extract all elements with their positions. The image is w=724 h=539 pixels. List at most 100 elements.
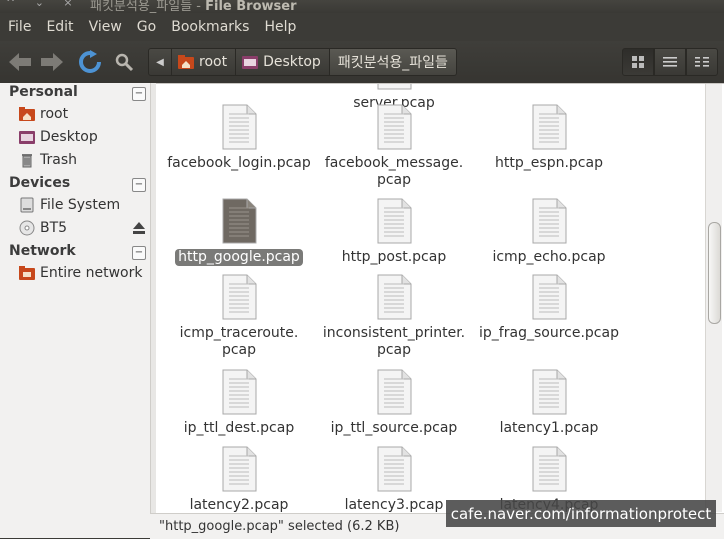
icon-view-button[interactable] [622, 48, 654, 76]
home-folder-icon [178, 55, 194, 69]
file-name-line: pcap [376, 342, 412, 358]
file-name: latency1.pcap [497, 420, 602, 437]
list-view-button[interactable] [654, 48, 686, 76]
sidebar-header-personal: Personal [9, 84, 78, 100]
file-item[interactable]: latency2.pcap [164, 446, 314, 514]
file-icon-view: server.pcap facebook_login.pcap facebook_m… [156, 83, 724, 514]
menubar: File Edit View Go Bookmarks Help [0, 13, 724, 41]
eject-bt5-button[interactable] [132, 221, 146, 238]
menu-edit[interactable]: Edit [38, 19, 80, 35]
file-item[interactable]: latency1.pcap [474, 369, 624, 437]
search-button[interactable] [110, 48, 138, 76]
file-name-line: ip_ttl_dest.pcap [183, 420, 295, 436]
file-item[interactable]: http_post.pcap [319, 198, 469, 266]
network-folder-icon [19, 266, 35, 280]
document-icon [531, 274, 567, 320]
document-icon [376, 198, 412, 244]
file-name: inconsistent_printer. pcap [320, 325, 468, 359]
collapse-devices-button[interactable]: − [132, 178, 146, 192]
document-icon [376, 446, 412, 492]
file-name: icmp_echo.pcap [489, 249, 608, 266]
breadcrumb-desktop[interactable]: Desktop [236, 48, 330, 76]
file-name-line: latency2.pcap [189, 497, 289, 513]
file-item[interactable]: http_google.pcap [164, 198, 314, 266]
file-item[interactable]: http_espn.pcap [474, 104, 624, 172]
file-name-line: pcap [221, 342, 257, 358]
file-item[interactable]: ip_ttl_source.pcap [319, 369, 469, 437]
sidebar-item-file-system[interactable]: File System [19, 197, 120, 213]
menu-view[interactable]: View [81, 19, 129, 35]
sidebar-item-entire-network[interactable]: Entire network [19, 265, 142, 281]
file-name: ip_ttl_dest.pcap [181, 420, 297, 437]
search-icon [115, 53, 134, 72]
file-name-line: http_post.pcap [341, 249, 447, 265]
arrow-right-icon [41, 53, 63, 71]
grid-view-icon [632, 56, 644, 68]
menu-help[interactable]: Help [256, 19, 303, 35]
collapse-personal-button[interactable]: − [132, 87, 146, 101]
document-icon [221, 198, 257, 244]
file-item[interactable]: inconsistent_printer. pcap [319, 274, 469, 359]
reload-button[interactable] [76, 48, 104, 76]
file-name: http_google.pcap [175, 249, 303, 266]
file-name-line: ip_frag_source.pcap [479, 325, 619, 341]
file-name: latency2.pcap [187, 497, 292, 514]
sidebar-item-root[interactable]: root [19, 106, 68, 122]
menu-bookmarks[interactable]: Bookmarks [163, 19, 256, 35]
file-name: facebook_message. pcap [322, 155, 466, 189]
places-sidebar: Personal − root Desktop Trash Devices − … [0, 83, 150, 538]
file-name: ip_ttl_source.pcap [328, 420, 461, 437]
home-folder-icon [19, 107, 35, 121]
breadcrumb-back-arrow[interactable]: ◀ [148, 48, 172, 76]
sidebar-item-desktop[interactable]: Desktop [19, 129, 98, 145]
breadcrumb-current-folder[interactable]: 패킷분석용_파일들 [329, 48, 457, 76]
collapse-network-button[interactable]: − [132, 246, 146, 260]
reload-icon [79, 50, 101, 73]
scrollbar-thumb[interactable] [708, 222, 721, 324]
file-name: facebook_login.pcap [164, 155, 314, 172]
document-icon [221, 104, 257, 150]
file-item[interactable]: facebook_message. pcap [319, 104, 469, 189]
document-icon [531, 369, 567, 415]
document-icon [376, 104, 412, 150]
sidebar-item-bt5[interactable]: BT5 [19, 220, 67, 236]
desktop-folder-icon [19, 131, 35, 144]
window-titlebar: ^ ⌄ × 패킷분석용_파일들 - File Browser [0, 0, 724, 13]
hard-disk-icon [20, 197, 34, 213]
window-controls[interactable]: ^ ⌄ × [6, 0, 81, 9]
file-name-line: http_espn.pcap [495, 155, 603, 171]
window-title: 패킷분석용_파일들 - File Browser [90, 0, 297, 13]
document-icon [376, 369, 412, 415]
file-item[interactable]: ip_ttl_dest.pcap [164, 369, 314, 437]
file-name: http_post.pcap [339, 249, 449, 266]
menu-go[interactable]: Go [129, 19, 163, 35]
back-button[interactable] [6, 48, 34, 76]
document-icon [221, 446, 257, 492]
compact-view-button[interactable] [686, 48, 718, 76]
sidebar-item-trash[interactable]: Trash [19, 152, 77, 168]
file-name-line: http_google.pcap [178, 249, 300, 265]
toolbar: ◀ root Desktop 패킷분석용_파일들 [0, 41, 724, 83]
file-name: ip_frag_source.pcap [476, 325, 622, 342]
optical-disc-icon [19, 220, 35, 236]
file-name: icmp_traceroute. pcap [177, 325, 302, 359]
list-view-icon [663, 57, 677, 67]
arrow-left-icon [9, 53, 31, 71]
file-item[interactable]: ip_frag_source.pcap [474, 274, 624, 342]
file-name-line: ip_ttl_source.pcap [330, 420, 458, 436]
file-item[interactable]: icmp_echo.pcap [474, 198, 624, 266]
breadcrumb-root[interactable]: root [172, 48, 237, 76]
sidebar-header-devices: Devices [9, 175, 71, 191]
file-name-line: facebook_login.pcap [167, 155, 311, 171]
vertical-scrollbar[interactable] [705, 84, 722, 512]
selection-status-text: "http_google.pcap" selected (6.2 KB) [159, 519, 400, 534]
file-item[interactable]: icmp_traceroute. pcap [164, 274, 314, 359]
menu-file[interactable]: File [0, 19, 38, 35]
file-name-line: icmp_traceroute. [179, 325, 299, 341]
watermark: cafe.naver.com/informationprotect [446, 500, 716, 527]
file-item[interactable]: facebook_login.pcap [164, 104, 314, 172]
forward-button[interactable] [38, 48, 66, 76]
document-icon [531, 198, 567, 244]
file-name: latency3.pcap [342, 497, 447, 514]
desktop-folder-icon [242, 56, 259, 69]
